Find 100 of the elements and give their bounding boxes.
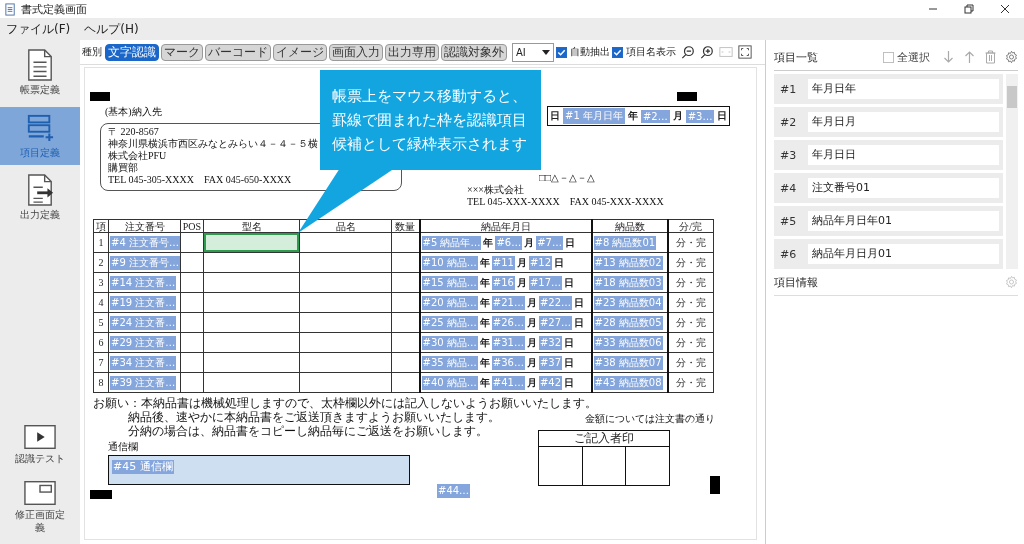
trash-icon[interactable] — [984, 50, 997, 64]
field-tag[interactable]: #22… — [538, 295, 572, 310]
arrow-down-icon[interactable] — [942, 50, 955, 64]
date-unit: 月 — [525, 375, 538, 390]
item-name-field[interactable]: 納品年月日月01 — [808, 244, 999, 264]
memo-field[interactable]: #45 通信欄 — [108, 455, 410, 485]
field-tag[interactable]: #17… — [528, 275, 562, 290]
field-tag[interactable]: #24 注文番… — [110, 315, 177, 330]
item-row[interactable]: #5 納品年月日年01 — [774, 206, 1003, 236]
field-tag[interactable]: #8 納品数01 — [593, 235, 657, 250]
type-button[interactable]: マーク — [161, 43, 203, 61]
type-button[interactable]: バーコード — [205, 43, 271, 61]
field-tag[interactable]: #21… — [491, 295, 525, 310]
field-tag[interactable]: #32 — [538, 335, 562, 350]
window-title: 書式定義画面 — [21, 1, 87, 17]
item-row[interactable]: #4 注文番号01 — [774, 173, 1003, 203]
field-tag[interactable]: #43 納品数08 — [593, 375, 663, 390]
item-row[interactable]: #6 納品年月日月01 — [774, 239, 1003, 269]
field-tag[interactable]: #25 納品… — [421, 315, 478, 330]
field-tag[interactable]: #3… — [685, 109, 715, 123]
field-tag[interactable]: #26… — [491, 315, 525, 330]
field-tag[interactable]: #18 納品数03 — [593, 275, 663, 290]
date-unit: 月 — [515, 275, 528, 290]
sidebar-item[interactable]: 修正画面定義 — [0, 475, 80, 540]
restore-icon[interactable] — [964, 4, 974, 14]
close-icon[interactable] — [1000, 4, 1010, 14]
field-tag[interactable]: #7… — [536, 235, 563, 250]
field-tag[interactable]: #34 注文番… — [110, 355, 177, 370]
date-unit: 年 — [478, 335, 491, 350]
field-tag[interactable]: #41… — [491, 375, 525, 390]
field-tag[interactable]: #45 通信欄 — [112, 460, 174, 474]
field-tag[interactable]: #11 — [491, 255, 515, 270]
item-name-field[interactable]: 注文番号01 — [808, 178, 999, 198]
field-tag[interactable]: #42 — [538, 375, 562, 390]
field-tag[interactable]: #29 注文番… — [110, 335, 177, 350]
checkbox-label[interactable]: 全選択 — [897, 49, 930, 65]
type-button[interactable]: 画面入力 — [329, 43, 383, 61]
field-tag[interactable]: #39 注文番… — [110, 375, 177, 390]
field-tag[interactable]: #1 年月日年 — [563, 108, 625, 124]
item-row[interactable]: #1 年月日年 — [774, 74, 1003, 104]
type-button[interactable]: イメージ — [273, 43, 327, 61]
field-tag[interactable]: #4 注文番号… — [110, 235, 180, 250]
type-button[interactable]: 出力専用 — [385, 43, 439, 61]
field-tag[interactable]: #10 納品… — [421, 255, 478, 270]
field-tag[interactable]: #9 注文番号… — [110, 255, 180, 270]
item-name-field[interactable]: 納品年月日年01 — [808, 211, 999, 231]
sidebar-item[interactable]: 認識テスト — [0, 418, 80, 471]
field-tag[interactable]: #12 — [528, 255, 552, 270]
item-name-field[interactable]: 年月日日 — [808, 145, 999, 165]
sidebar-item[interactable]: 帳票定義 — [0, 44, 80, 103]
field-tag[interactable]: #27… — [538, 315, 572, 330]
field-tag[interactable]: #19 注文番… — [110, 295, 177, 310]
field-tag[interactable]: #33 納品数06 — [593, 335, 663, 350]
field-tag[interactable]: #14 注文番… — [110, 275, 177, 290]
menu-item[interactable]: ヘルプ(H) — [84, 20, 139, 38]
checkbox-label[interactable]: 項目名表示 — [626, 45, 676, 59]
fit-page-icon[interactable] — [738, 45, 752, 59]
menu-item[interactable]: ファイル(F) — [6, 20, 71, 38]
sidebar-item[interactable]: 出力定義 — [0, 169, 80, 228]
field-tag[interactable]: #38 納品数07 — [593, 355, 663, 370]
zoom-in-icon[interactable] — [700, 45, 714, 59]
field-tag[interactable]: #13 納品数02 — [593, 255, 663, 270]
field-tag[interactable]: #30 納品… — [421, 335, 478, 350]
field-tag[interactable]: #2… — [640, 109, 670, 123]
field-tag[interactable]: #36… — [491, 355, 525, 370]
date-unit: 日 — [553, 255, 565, 270]
field-tag[interactable]: #15 納品… — [421, 275, 478, 290]
type-button[interactable]: 認識対象外 — [441, 43, 507, 61]
engine-dropdown[interactable]: AI — [512, 42, 554, 62]
field-tag[interactable]: #5 納品年… — [421, 235, 482, 250]
date-unit: 日 — [716, 109, 729, 123]
field-tag[interactable]: #16 — [491, 275, 515, 290]
column-header: 注文番号 — [108, 219, 181, 233]
item-name-field[interactable]: 年月日年 — [808, 79, 999, 99]
field-tag[interactable]: #23 納品数04 — [593, 295, 663, 310]
item-row[interactable]: #2 年月日月 — [774, 107, 1003, 137]
checkbox[interactable] — [612, 46, 623, 58]
field-tag[interactable]: #37 — [538, 355, 562, 370]
settings-icon[interactable] — [1005, 50, 1018, 64]
zoom-out-icon[interactable] — [681, 45, 695, 59]
date-unit: 日 — [563, 375, 575, 390]
field-tag[interactable]: #6… — [495, 235, 523, 250]
arrow-up-icon[interactable] — [963, 50, 976, 64]
field-tag[interactable]: #40 納品… — [421, 375, 478, 390]
field-tag[interactable]: #35 納品… — [421, 355, 478, 370]
checkbox[interactable] — [883, 51, 894, 63]
scrollbar[interactable] — [1006, 74, 1018, 269]
type-button[interactable]: 文字認識 — [105, 43, 159, 61]
field-tag[interactable]: #20 納品… — [421, 295, 478, 310]
field-tag[interactable]: #31… — [491, 335, 525, 350]
field-tag[interactable]: #28 納品数05 — [593, 315, 663, 330]
checkbox[interactable] — [556, 46, 567, 58]
item-name-field[interactable]: 年月日月 — [808, 112, 999, 132]
item-row[interactable]: #3 年月日日 — [774, 140, 1003, 170]
status-cell: 分・完 — [667, 232, 714, 253]
field-tag[interactable]: #44… — [437, 484, 471, 498]
sidebar-item[interactable]: 項目定義 — [0, 106, 80, 165]
address-line: 神奈川県横浜市西区みなとみらい４－４－５横 — [108, 138, 318, 150]
row-number: 6 — [93, 332, 109, 353]
checkbox-label[interactable]: 自動抽出 — [570, 45, 610, 59]
